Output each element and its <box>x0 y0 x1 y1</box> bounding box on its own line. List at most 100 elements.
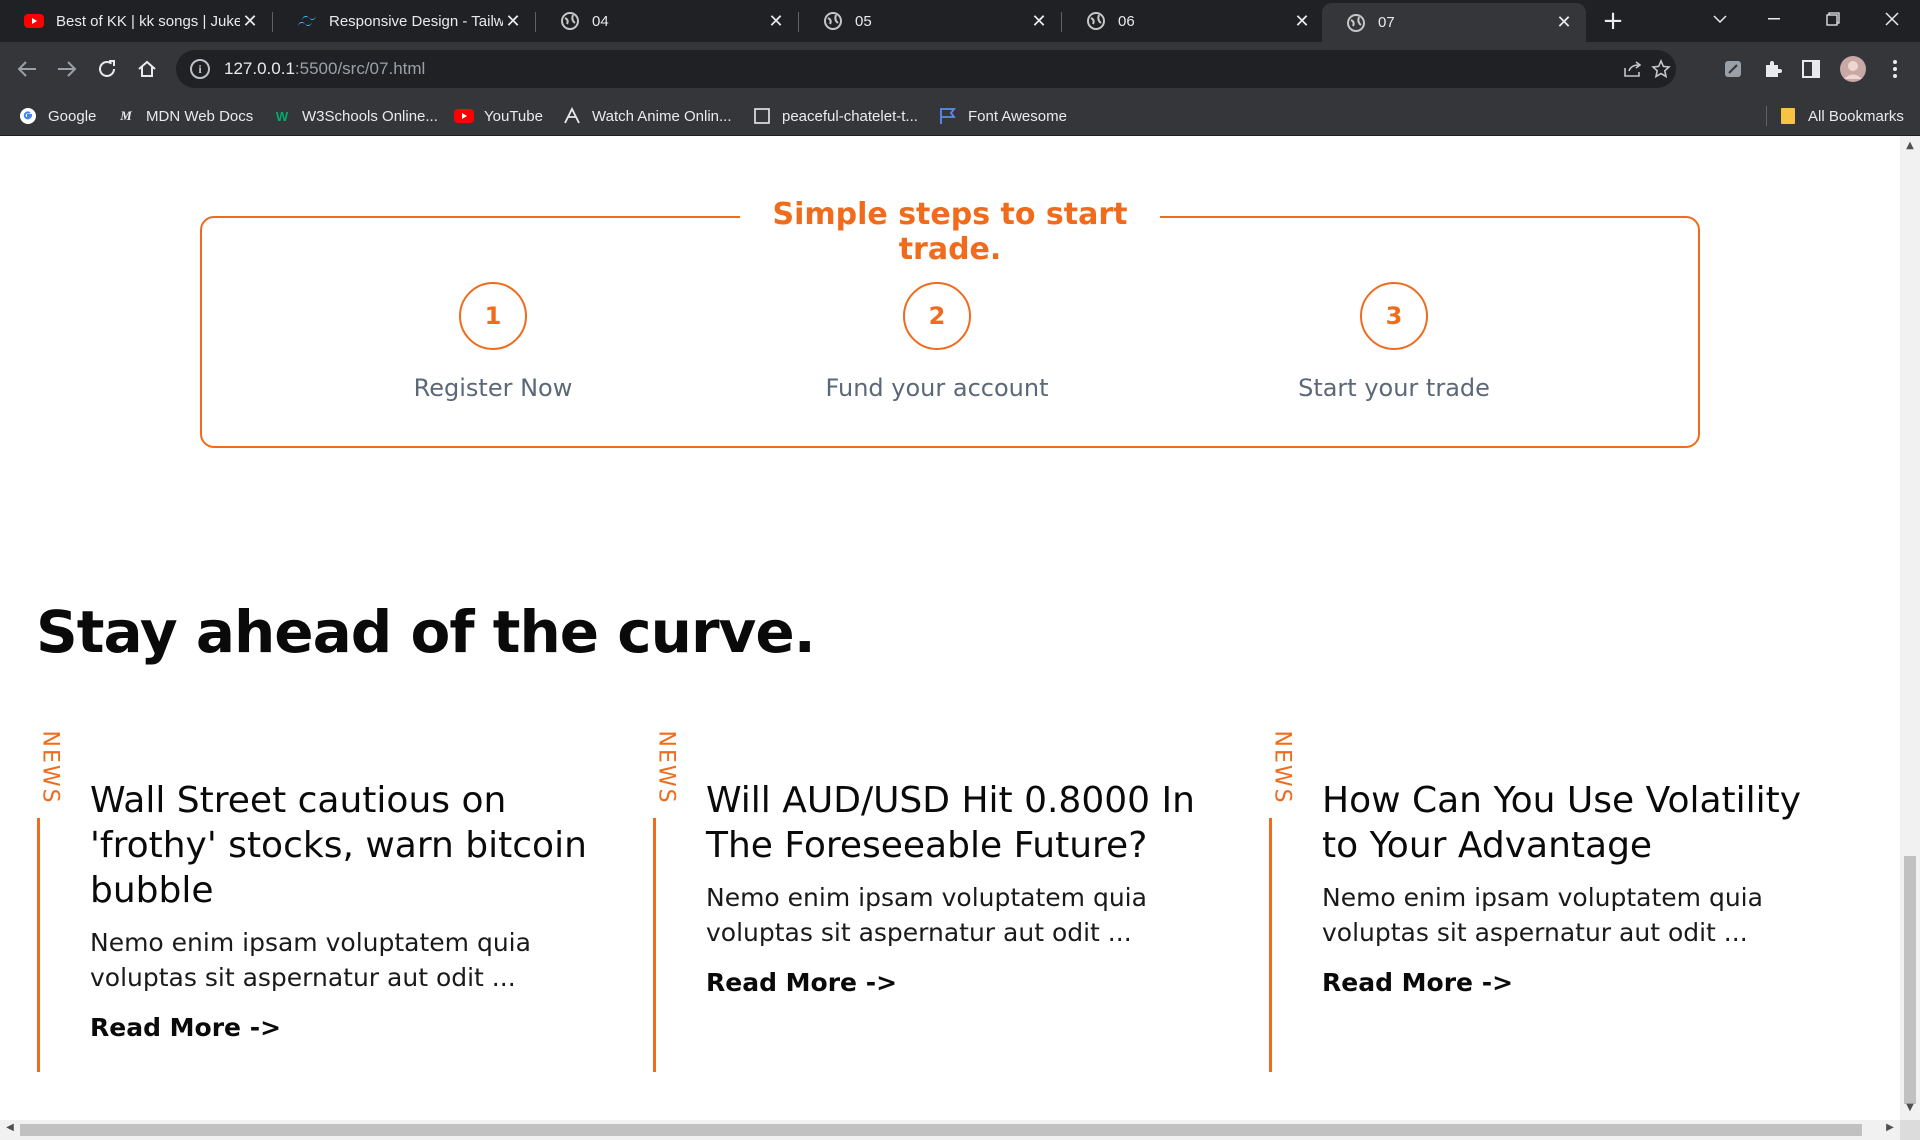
bookmark-label: W3Schools Online... <box>302 107 438 125</box>
all-bookmarks-button[interactable]: All Bookmarks <box>1778 96 1904 136</box>
close-icon[interactable]: ✕ <box>1029 11 1049 32</box>
news-card: NEWS Wall Street cautious on 'frothy' st… <box>30 730 590 1074</box>
tab-title: Responsive Design - Tailwi <box>329 12 503 30</box>
folder-icon <box>1778 106 1798 126</box>
tab-07[interactable]: 07 ✕ <box>1322 3 1586 42</box>
close-icon[interactable]: ✕ <box>503 11 523 32</box>
youtube-icon <box>24 11 44 31</box>
card-title[interactable]: Wall Street cautious on 'frothy' stocks,… <box>90 778 590 913</box>
extension-icon[interactable] <box>1718 54 1748 84</box>
card-accent-line <box>653 818 656 1072</box>
flag-icon <box>938 106 958 126</box>
tab-tailwind[interactable]: Responsive Design - Tailwi ✕ <box>273 0 535 42</box>
scrollbar-thumb[interactable] <box>20 1124 1862 1136</box>
close-icon[interactable]: ✕ <box>766 11 786 32</box>
bookmark-anime[interactable]: Watch Anime Onlin... <box>562 96 732 136</box>
chevron-down-icon[interactable] <box>1692 0 1748 38</box>
bookmark-label: YouTube <box>484 107 543 125</box>
news-tag: NEWS <box>1269 730 1295 805</box>
card-content: Wall Street cautious on 'frothy' stocks,… <box>90 778 590 1042</box>
minimize-button[interactable] <box>1746 0 1802 38</box>
card-excerpt: Nemo enim ipsam voluptatem quia voluptas… <box>706 883 1147 947</box>
w3schools-icon: W <box>275 108 289 124</box>
read-more-link[interactable]: Read More -> <box>1322 968 1822 997</box>
reload-button[interactable] <box>90 52 124 86</box>
page-icon <box>752 106 772 126</box>
star-icon[interactable] <box>1650 58 1672 80</box>
read-more-link[interactable]: Read More -> <box>90 1013 590 1042</box>
bookmarks-divider <box>1766 106 1767 126</box>
globe-icon <box>823 11 843 31</box>
scroll-down-arrow[interactable]: ▼ <box>1900 1102 1920 1113</box>
bookmark-label: Watch Anime Onlin... <box>592 107 732 125</box>
youtube-icon <box>454 106 474 126</box>
url-path: :5500/src/07.html <box>294 59 426 78</box>
news-headline: Stay ahead of the curve. <box>36 598 816 666</box>
bookmark-youtube[interactable]: YouTube <box>454 96 543 136</box>
browser-toolbar: i 127.0.0.1:5500/src/07.html <box>0 42 1920 96</box>
step-number: 2 <box>903 282 971 350</box>
forward-button[interactable] <box>50 52 84 86</box>
new-tab-button[interactable]: + <box>1598 6 1628 36</box>
scroll-up-arrow[interactable]: ▲ <box>1900 140 1920 151</box>
side-panel-icon[interactable] <box>1796 54 1826 84</box>
step-label: Fund your account <box>825 374 1049 402</box>
bookmark-mdn[interactable]: M MDN Web Docs <box>116 96 253 136</box>
steps-title: Simple steps to start trade. <box>740 197 1160 267</box>
horizontal-scrollbar[interactable]: ◀ ▶ <box>0 1120 1900 1140</box>
home-button[interactable] <box>130 52 164 86</box>
tab-title: 07 <box>1378 14 1395 31</box>
back-button[interactable] <box>10 52 44 86</box>
tab-title: 06 <box>1118 12 1135 30</box>
vertical-scrollbar[interactable]: ▲ ▼ <box>1900 136 1920 1120</box>
news-card: NEWS How Can You Use Volatility to Your … <box>1262 730 1822 1074</box>
tab-04[interactable]: 04 ✕ <box>536 0 798 42</box>
tab-title: 05 <box>855 12 872 30</box>
puzzle-icon[interactable] <box>1758 54 1788 84</box>
card-content: Will AUD/USD Hit 0.8000 In The Foreseeab… <box>706 778 1206 997</box>
anime-icon <box>562 106 582 126</box>
scrollbar-thumb[interactable] <box>1904 856 1916 1104</box>
close-icon[interactable]: ✕ <box>240 11 260 32</box>
tab-title: Best of KK | kk songs | Juke <box>56 12 240 30</box>
page-viewport: Simple steps to start trade. 1 Register … <box>0 136 1900 1120</box>
card-title[interactable]: Will AUD/USD Hit 0.8000 In The Foreseeab… <box>706 778 1206 868</box>
google-icon <box>18 106 38 126</box>
step-trade: 3 Start your trade <box>1184 282 1604 402</box>
tab-youtube[interactable]: Best of KK | kk songs | Juke ✕ <box>0 0 272 42</box>
tab-strip: Best of KK | kk songs | Juke ✕ Responsiv… <box>0 0 1920 42</box>
news-tag: NEWS <box>653 730 679 805</box>
card-accent-line <box>37 818 40 1072</box>
scroll-right-arrow[interactable]: ▶ <box>1880 1122 1900 1133</box>
avatar[interactable] <box>1838 54 1868 84</box>
bookmark-label: Google <box>48 107 97 125</box>
restore-button[interactable] <box>1805 0 1861 38</box>
step-number: 1 <box>459 282 527 350</box>
close-icon[interactable]: ✕ <box>1554 12 1574 33</box>
bookmark-label: All Bookmarks <box>1808 107 1904 125</box>
close-window-button[interactable] <box>1864 0 1920 38</box>
bookmark-font-awesome[interactable]: Font Awesome <box>938 96 1067 136</box>
address-bar[interactable]: i 127.0.0.1:5500/src/07.html <box>176 50 1676 88</box>
tab-06[interactable]: 06 ✕ <box>1062 0 1324 42</box>
bookmark-google[interactable]: Google <box>18 96 96 136</box>
step-label: Register Now <box>413 374 573 402</box>
tailwind-icon <box>297 11 317 31</box>
card-title[interactable]: How Can You Use Volatility to Your Advan… <box>1322 778 1822 868</box>
tab-05[interactable]: 05 ✕ <box>799 0 1061 42</box>
url-host: 127.0.0.1 <box>224 59 295 78</box>
card-excerpt: Nemo enim ipsam voluptatem quia voluptas… <box>90 928 531 992</box>
share-icon[interactable] <box>1622 58 1644 80</box>
close-icon[interactable]: ✕ <box>1292 11 1312 32</box>
step-number: 3 <box>1360 282 1428 350</box>
globe-icon <box>560 11 580 31</box>
info-icon[interactable]: i <box>190 59 210 79</box>
step-fund: 2 Fund your account <box>727 282 1147 402</box>
bookmark-peaceful-chatelet[interactable]: peaceful-chatelet-t... <box>752 96 918 136</box>
news-tag: NEWS <box>37 730 63 805</box>
read-more-link[interactable]: Read More -> <box>706 968 1206 997</box>
bookmark-w3schools[interactable]: W W3Schools Online... <box>272 96 438 136</box>
more-menu-icon[interactable] <box>1880 54 1910 84</box>
step-register: 1 Register Now <box>283 282 703 402</box>
scroll-left-arrow[interactable]: ◀ <box>0 1122 20 1133</box>
